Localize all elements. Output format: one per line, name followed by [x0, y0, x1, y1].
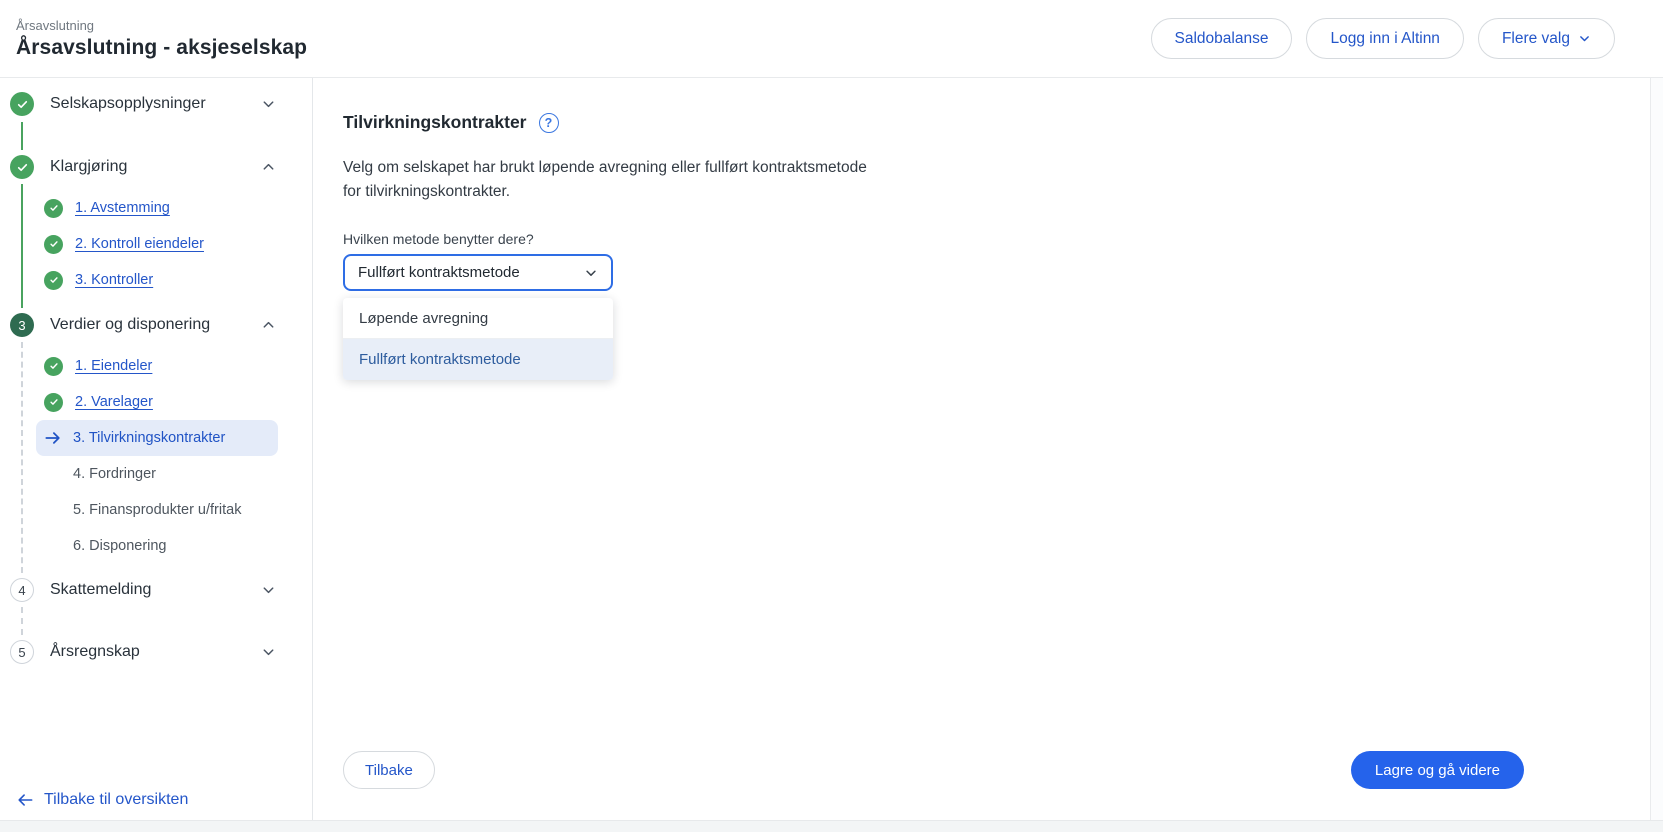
method-select-menu: Løpende avregning Fullført kontraktsmeto…	[343, 298, 613, 380]
sidebar-item-avstemming[interactable]: 1. Avstemming	[44, 196, 170, 220]
sidebar-item-kontroll-eiendeler[interactable]: 2. Kontroll eiendeler	[44, 232, 204, 256]
sidebar-section-arsregnskap[interactable]: 5 Årsregnskap	[0, 640, 312, 664]
sidebar-item-label: 1. Eiendeler	[75, 358, 152, 374]
help-icon[interactable]: ?	[539, 113, 559, 133]
altinn-login-button-label: Logg inn i Altinn	[1330, 30, 1439, 48]
sidebar-item-label: 6. Disponering	[73, 538, 167, 554]
chevron-down-icon	[1578, 32, 1591, 45]
saldobalanse-button[interactable]: Saldobalanse	[1151, 18, 1293, 59]
sidebar-section-label: Verdier og disponering	[50, 316, 210, 334]
sidebar-item-fordringer[interactable]: 4. Fordringer	[73, 462, 156, 486]
back-button[interactable]: Tilbake	[343, 751, 435, 789]
sidebar-section-verdier-og-disponering[interactable]: 3 Verdier og disponering	[0, 313, 312, 337]
method-select[interactable]: Fullført kontraktsmetode	[343, 254, 613, 291]
sidebar-stepper: Selskapsopplysninger Klargjøring 1. Avst…	[0, 78, 313, 832]
check-circle-icon	[44, 199, 63, 218]
arrow-right-icon	[44, 430, 62, 446]
chevron-up-icon	[261, 318, 276, 333]
saldobalanse-button-label: Saldobalanse	[1175, 30, 1269, 48]
sidebar-section-label: Klargjøring	[50, 158, 127, 176]
back-to-overview-label: Tilbake til oversikten	[44, 791, 188, 809]
connector-line	[21, 342, 23, 573]
sidebar-section-selskapsopplysninger[interactable]: Selskapsopplysninger	[0, 92, 312, 116]
sidebar-section-label: Årsregnskap	[50, 643, 140, 661]
option-lopende-avregning[interactable]: Løpende avregning	[343, 298, 613, 339]
select-field-label: Hvilken metode benytter dere?	[343, 231, 1663, 247]
sidebar-item-label: 3. Tilvirkningskontrakter	[73, 430, 225, 446]
header-actions: Saldobalanse Logg inn i Altinn Flere val…	[1151, 18, 1615, 59]
sidebar-item-disponering[interactable]: 6. Disponering	[73, 534, 167, 558]
check-circle-icon	[10, 155, 34, 179]
breadcrumb: Årsavslutning	[16, 18, 307, 33]
sidebar-item-eiendeler[interactable]: 1. Eiendeler	[44, 354, 152, 378]
sidebar-item-label: 5. Finansprodukter u/fritak	[73, 502, 241, 518]
chevron-down-icon	[261, 97, 276, 112]
back-to-overview-link[interactable]: Tilbake til oversikten	[16, 788, 188, 812]
chevron-up-icon	[261, 160, 276, 175]
step-number-badge: 3	[10, 313, 34, 337]
step-number-badge: 5	[10, 640, 34, 664]
chevron-down-icon	[261, 645, 276, 660]
connector-line	[21, 184, 23, 308]
check-circle-icon	[10, 92, 34, 116]
method-select-wrap: Fullført kontraktsmetode Løpende avregni…	[343, 254, 613, 291]
sidebar-item-label: 1. Avstemming	[75, 200, 170, 216]
sidebar-item-tilvirkningskontrakter-active[interactable]: 3. Tilvirkningskontrakter	[36, 420, 278, 456]
check-circle-icon	[44, 235, 63, 254]
sidebar-item-label: 2. Kontroll eiendeler	[75, 236, 204, 252]
description-text: Velg om selskapet har brukt løpende avre…	[343, 156, 883, 204]
connector-line	[21, 122, 23, 150]
sidebar-item-varelager[interactable]: 2. Varelager	[44, 390, 153, 414]
sidebar-item-kontroller[interactable]: 3. Kontroller	[44, 268, 153, 292]
body-wrap: Selskapsopplysninger Klargjøring 1. Avst…	[0, 78, 1663, 832]
method-select-value: Fullført kontraktsmetode	[358, 264, 520, 281]
connector-line	[21, 607, 23, 635]
horizontal-scrollbar[interactable]	[0, 820, 1663, 832]
more-options-button[interactable]: Flere valg	[1478, 18, 1615, 59]
sidebar-section-klargjoring[interactable]: Klargjøring	[0, 155, 312, 179]
option-fullfort-kontraktsmetode[interactable]: Fullført kontraktsmetode	[343, 339, 613, 380]
app-header: Årsavslutning Årsavslutning - aksjeselsk…	[0, 0, 1663, 78]
step-number-badge: 4	[10, 578, 34, 602]
header-titles: Årsavslutning Årsavslutning - aksjeselsk…	[16, 18, 307, 60]
check-circle-icon	[44, 271, 63, 290]
sidebar-item-label: 2. Varelager	[75, 394, 153, 410]
sidebar-section-skattemelding[interactable]: 4 Skattemelding	[0, 578, 312, 602]
more-options-button-label: Flere valg	[1502, 30, 1570, 48]
altinn-login-button[interactable]: Logg inn i Altinn	[1306, 18, 1463, 59]
vertical-scrollbar[interactable]	[1650, 78, 1663, 820]
sidebar-item-finansprodukter[interactable]: 5. Finansprodukter u/fritak	[73, 498, 241, 522]
sidebar-section-label: Skattemelding	[50, 581, 151, 599]
sidebar-section-label: Selskapsopplysninger	[50, 95, 206, 113]
check-circle-icon	[44, 393, 63, 412]
save-and-continue-button[interactable]: Lagre og gå videre	[1351, 751, 1524, 789]
chevron-down-icon	[261, 583, 276, 598]
content-title: Tilvirkningskontrakter	[343, 112, 527, 133]
sidebar-item-label: 3. Kontroller	[75, 272, 153, 288]
chevron-down-icon	[584, 266, 598, 280]
main-content: Tilvirkningskontrakter ? Velg om selskap…	[313, 78, 1663, 832]
sidebar-item-label: 4. Fordringer	[73, 466, 156, 482]
arrow-left-icon	[16, 792, 34, 808]
check-circle-icon	[44, 357, 63, 376]
footer-actions: Tilbake Lagre og gå videre	[343, 751, 1524, 789]
page-title: Årsavslutning - aksjeselskap	[16, 36, 307, 60]
